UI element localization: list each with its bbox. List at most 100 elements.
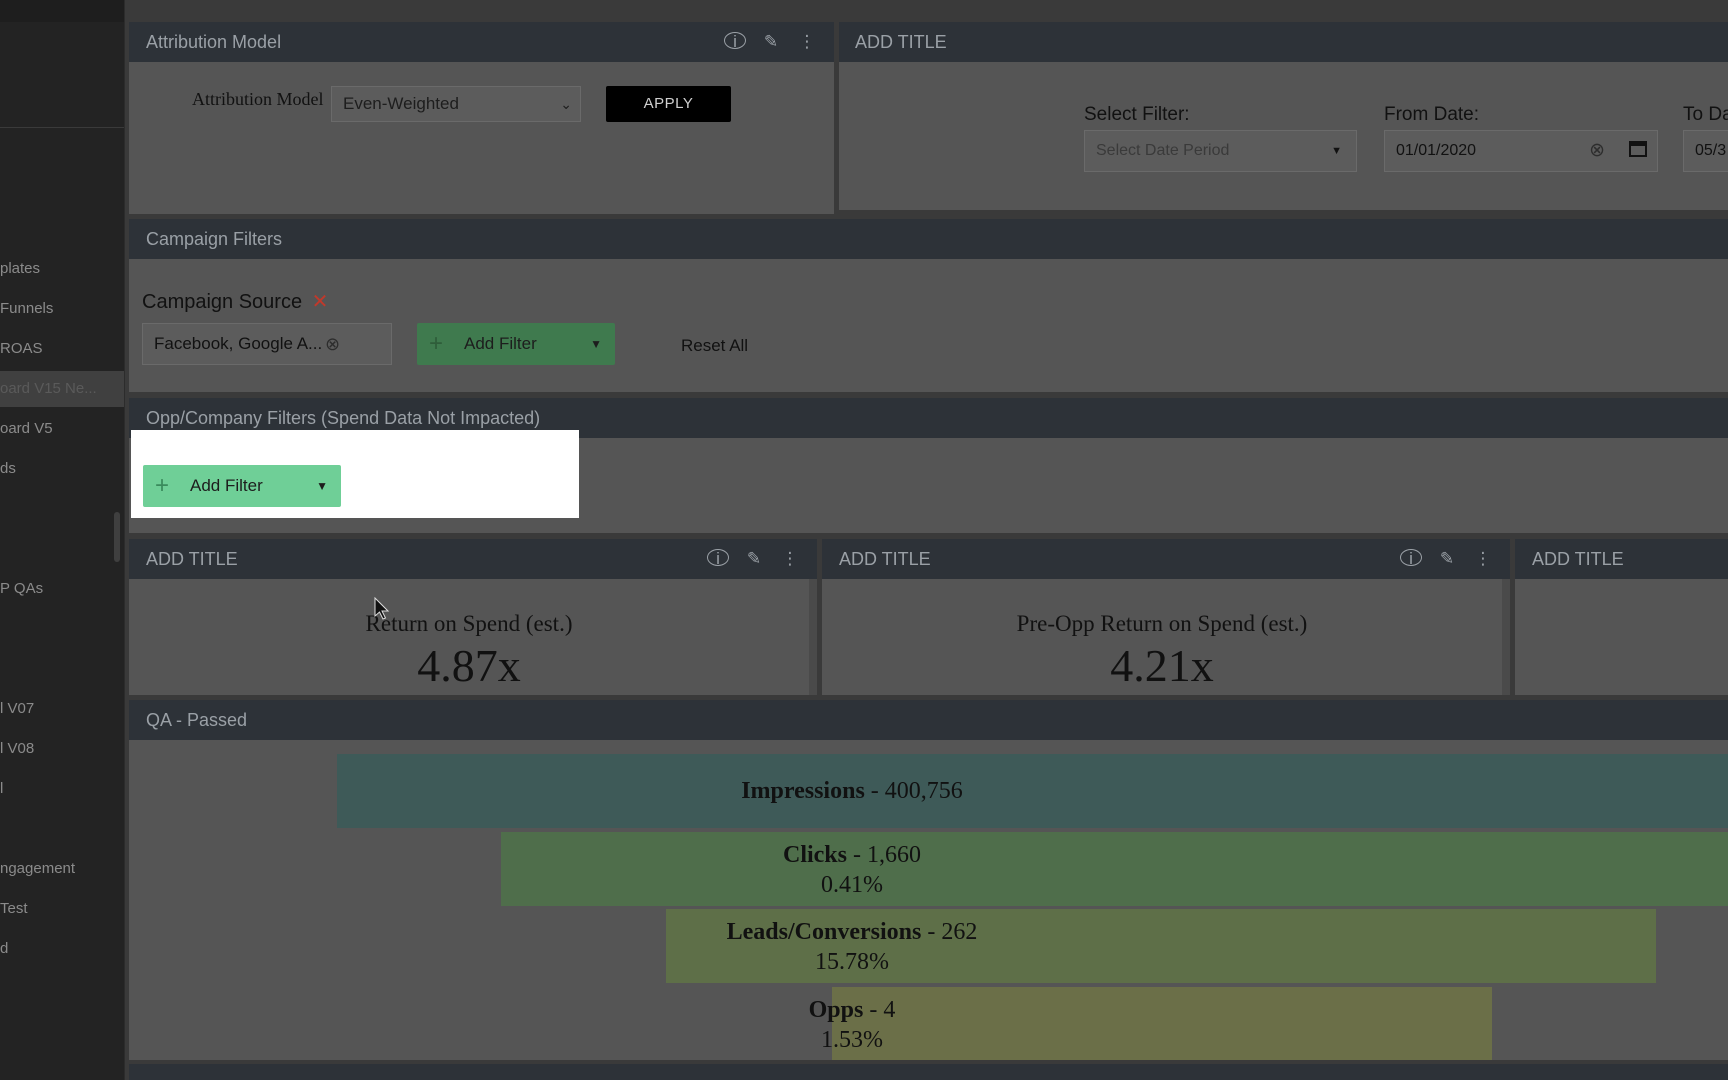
remove-filter-icon[interactable]: ✕ <box>312 291 329 313</box>
campaign-filters-header: Campaign Filters <box>129 219 1728 259</box>
metric-panel-header: ADD TITLE i ✎ ⋮ <box>822 539 1510 579</box>
date-filter-panel: ADD TITLE Select Filter: Select Date Per… <box>839 22 1728 210</box>
edit-icon[interactable]: ✎ <box>743 539 765 579</box>
info-icon[interactable]: i <box>724 22 746 62</box>
metric-panel-title: ADD TITLE <box>146 549 238 569</box>
funnel-panel: QA - Passed Impressions - 400,756 Clicks … <box>129 700 1728 1060</box>
metric-panel-ros: ADD TITLE i ✎ ⋮ Return on Spend (est.) 4… <box>129 539 817 695</box>
next-panel-header-strip <box>129 1064 1728 1080</box>
funnel-stage-clicks[interactable]: Clicks - 1,660 0.41% <box>501 832 1728 906</box>
sidebar-item-engagement[interactable]: ngagement <box>0 851 124 887</box>
sidebar-item-l[interactable]: l <box>0 771 124 807</box>
metric-panel-title: ADD TITLE <box>1532 549 1624 569</box>
metric-panel-header: ADD TITLE <box>1515 539 1728 579</box>
clear-icon[interactable]: ⊗ <box>1589 131 1605 171</box>
to-date-label: To Da <box>1683 104 1728 125</box>
from-date-input[interactable]: 01/01/2020 ⊗ <box>1384 130 1658 172</box>
metric-panel-third: ADD TITLE <box>1515 539 1728 695</box>
funnel-stage-opps[interactable]: Opps - 4 1.53% <box>809 987 1492 1060</box>
info-icon[interactable]: i <box>707 539 729 579</box>
sidebar-item-funnels[interactable]: Funnels <box>0 291 124 327</box>
from-date-label: From Date: <box>1384 104 1480 125</box>
funnel-panel-title: QA - Passed <box>146 710 248 730</box>
date-period-placeholder: Select Date Period <box>1096 142 1230 159</box>
metric-label: Pre-Opp Return on Spend (est.) <box>1016 611 1308 636</box>
attribution-panel-actions: i ✎ ⋮ <box>724 22 818 62</box>
date-filter-panel-header: ADD TITLE <box>839 22 1728 62</box>
edit-icon[interactable]: ✎ <box>1436 539 1458 579</box>
metric-panel-scrollbar[interactable] <box>1502 579 1510 695</box>
calendar-icon[interactable] <box>1629 141 1647 157</box>
from-date-value: 01/01/2020 <box>1396 142 1477 159</box>
sidebar-scrollbar[interactable] <box>114 512 120 562</box>
to-date-input[interactable]: 05/3 <box>1683 130 1728 172</box>
more-icon[interactable]: ⋮ <box>779 539 801 579</box>
opp-filters-highlight: + Add Filter ▼ <box>131 430 579 518</box>
caret-down-icon: ▼ <box>590 337 602 351</box>
more-icon[interactable]: ⋮ <box>796 22 818 62</box>
mouse-cursor <box>374 597 390 620</box>
funnel-stage-impressions[interactable]: Impressions - 400,756 <box>337 754 1728 828</box>
metric-panel-title: ADD TITLE <box>839 549 931 569</box>
sidebar-top <box>0 0 124 22</box>
sidebar-item-dashboard-v5[interactable]: oard V5 <box>0 411 124 447</box>
attribution-panel-title: Attribution Model <box>146 32 282 52</box>
attribution-panel: Attribution Model i ✎ ⋮ Attribution Mode… <box>129 22 834 214</box>
select-filter-label: Select Filter: <box>1084 104 1190 125</box>
plus-icon: + <box>155 472 170 499</box>
campaign-filters-panel: Campaign Filters Campaign Source ✕ Faceb… <box>129 219 1728 392</box>
metric-label: Return on Spend (est.) <box>365 611 573 636</box>
funnel-stage-label: Clicks - 1,660 <box>782 842 921 868</box>
funnel-stage-label: Leads/Conversions - 262 <box>726 919 978 945</box>
clear-selection-icon[interactable]: ⊗ <box>325 324 340 364</box>
campaign-source-value: Facebook, Google A... <box>154 334 323 353</box>
sidebar: plates Funnels ROAS oard V15 Ne... oard … <box>0 0 125 1080</box>
sidebar-item-p-qas[interactable]: P QAs <box>0 571 124 607</box>
to-date-value: 05/3 <box>1695 142 1727 159</box>
sidebar-item-v08[interactable]: l V08 <box>0 731 124 767</box>
sidebar-item-test[interactable]: Test <box>0 891 124 927</box>
chevron-down-icon: ⌄ <box>560 96 572 112</box>
metric-panel-actions: i ✎ ⋮ <box>707 539 801 579</box>
metric-value: 4.21x <box>1110 640 1214 691</box>
campaign-source-label: Campaign Source ✕ <box>142 291 329 313</box>
attribution-panel-header: Attribution Model i ✎ ⋮ <box>129 22 834 62</box>
reset-all-button[interactable]: Reset All <box>681 336 748 356</box>
metric-panel-header: ADD TITLE i ✎ ⋮ <box>129 539 817 579</box>
apply-button[interactable]: APPLY <box>606 86 731 122</box>
date-filter-panel-title: ADD TITLE <box>855 32 947 52</box>
metric-panel-scrollbar[interactable] <box>809 579 817 695</box>
metric-panel-actions: i ✎ ⋮ <box>1400 539 1494 579</box>
more-icon[interactable]: ⋮ <box>1472 539 1494 579</box>
funnel-stage-percent: 15.78% <box>815 949 889 975</box>
add-campaign-filter-button[interactable]: + Add Filter ▼ <box>417 323 615 365</box>
metric-value: 4.87x <box>417 640 521 691</box>
date-period-select[interactable]: Select Date Period ▼ <box>1084 130 1357 172</box>
sidebar-divider <box>0 127 124 128</box>
funnel-stage-label: Impressions - 400,756 <box>741 778 963 804</box>
funnel-stage-label: Opps - 4 <box>808 997 896 1023</box>
metric-panel-pre-opp-ros: ADD TITLE i ✎ ⋮ Pre-Opp Return on Spend … <box>822 539 1510 695</box>
campaign-source-select[interactable]: Facebook, Google A... ⊗ <box>142 323 392 365</box>
attribution-model-value: Even-Weighted <box>343 94 459 113</box>
sidebar-item-d[interactable]: d <box>0 931 124 967</box>
caret-down-icon: ▼ <box>316 479 328 493</box>
sidebar-item-v07[interactable]: l V07 <box>0 691 124 727</box>
campaign-filters-title: Campaign Filters <box>146 229 283 249</box>
funnel-stage-leads-conversions[interactable]: Leads/Conversions - 262 15.78% <box>666 909 1656 983</box>
opp-filters-title: Opp/Company Filters (Spend Data Not Impa… <box>146 408 541 428</box>
sidebar-item-dashboard-v15[interactable]: oard V15 Ne... <box>0 371 124 407</box>
sidebar-item-roas[interactable]: ROAS <box>0 331 124 367</box>
attribution-model-label: Attribution Model <box>192 89 324 109</box>
attribution-model-select[interactable]: Even-Weighted ⌄ <box>331 86 581 122</box>
caret-down-icon: ▼ <box>1331 145 1342 157</box>
funnel-panel-header: QA - Passed <box>129 700 1728 740</box>
add-opp-filter-button[interactable]: + Add Filter ▼ <box>143 465 341 507</box>
funnel-stage-percent: 1.53% <box>821 1027 883 1053</box>
info-icon[interactable]: i <box>1400 539 1422 579</box>
edit-icon[interactable]: ✎ <box>760 22 782 62</box>
sidebar-item-ds[interactable]: ds <box>0 451 124 487</box>
funnel-stage-percent: 0.41% <box>821 872 883 898</box>
plus-icon: + <box>429 330 444 357</box>
sidebar-item-templates[interactable]: plates <box>0 251 124 287</box>
